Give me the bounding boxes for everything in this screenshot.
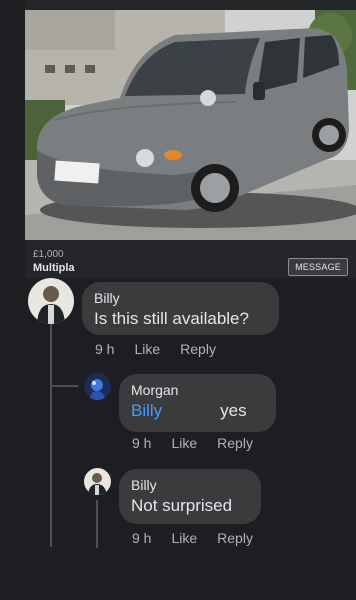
comment-bubble[interactable]: Billy Is this still available? <box>82 282 279 335</box>
comment-time: 9 h <box>95 341 115 357</box>
comment-actions: 9 h Like Reply <box>132 435 273 451</box>
listing-title[interactable]: Multipla <box>33 262 75 274</box>
comment-author[interactable]: Billy <box>94 290 267 306</box>
comment-bubble[interactable]: Morgan Billy yes <box>119 374 276 432</box>
comment-time: 9 h <box>132 435 152 451</box>
message-button[interactable]: MESSAGE <box>288 258 348 276</box>
listing-price: £1,000 <box>33 249 64 260</box>
like-button[interactable]: Like <box>134 341 160 357</box>
like-button[interactable]: Like <box>171 530 197 546</box>
thread-line-main <box>50 322 52 547</box>
avatar-image <box>84 373 111 400</box>
reply-button[interactable]: Reply <box>217 530 253 546</box>
thread-connector <box>50 385 78 387</box>
comment-bubble[interactable]: Billy Not surprised <box>119 469 261 524</box>
comment-actions: 9 h Like Reply <box>132 530 273 546</box>
comment-text: Not surprised <box>131 496 233 515</box>
comment-text: yes <box>220 401 247 420</box>
avatar-billy[interactable] <box>84 468 111 495</box>
comment-time: 9 h <box>132 530 152 546</box>
comment-author[interactable]: Billy <box>131 477 249 493</box>
listing-card[interactable]: £1,000 Multipla MESSAGE <box>25 0 356 278</box>
avatar-image <box>84 468 111 495</box>
car-image <box>25 10 356 240</box>
avatar-billy[interactable] <box>28 278 74 324</box>
avatar-image <box>28 278 74 324</box>
comment-text: Is this still available? <box>94 309 249 328</box>
thread-line-reply <box>96 500 98 548</box>
like-button[interactable]: Like <box>171 435 197 451</box>
avatar-morgan[interactable] <box>84 373 111 400</box>
mention-link[interactable]: Billy <box>131 401 162 420</box>
comment-author[interactable]: Morgan <box>131 382 264 398</box>
marketplace-screen: £1,000 Multipla MESSAGE Billy Is this st… <box>0 0 356 600</box>
reply-button[interactable]: Reply <box>217 435 253 451</box>
reply-button[interactable]: Reply <box>180 341 216 357</box>
comment-actions: 9 h Like Reply <box>95 341 236 357</box>
listing-photo[interactable] <box>25 10 356 240</box>
